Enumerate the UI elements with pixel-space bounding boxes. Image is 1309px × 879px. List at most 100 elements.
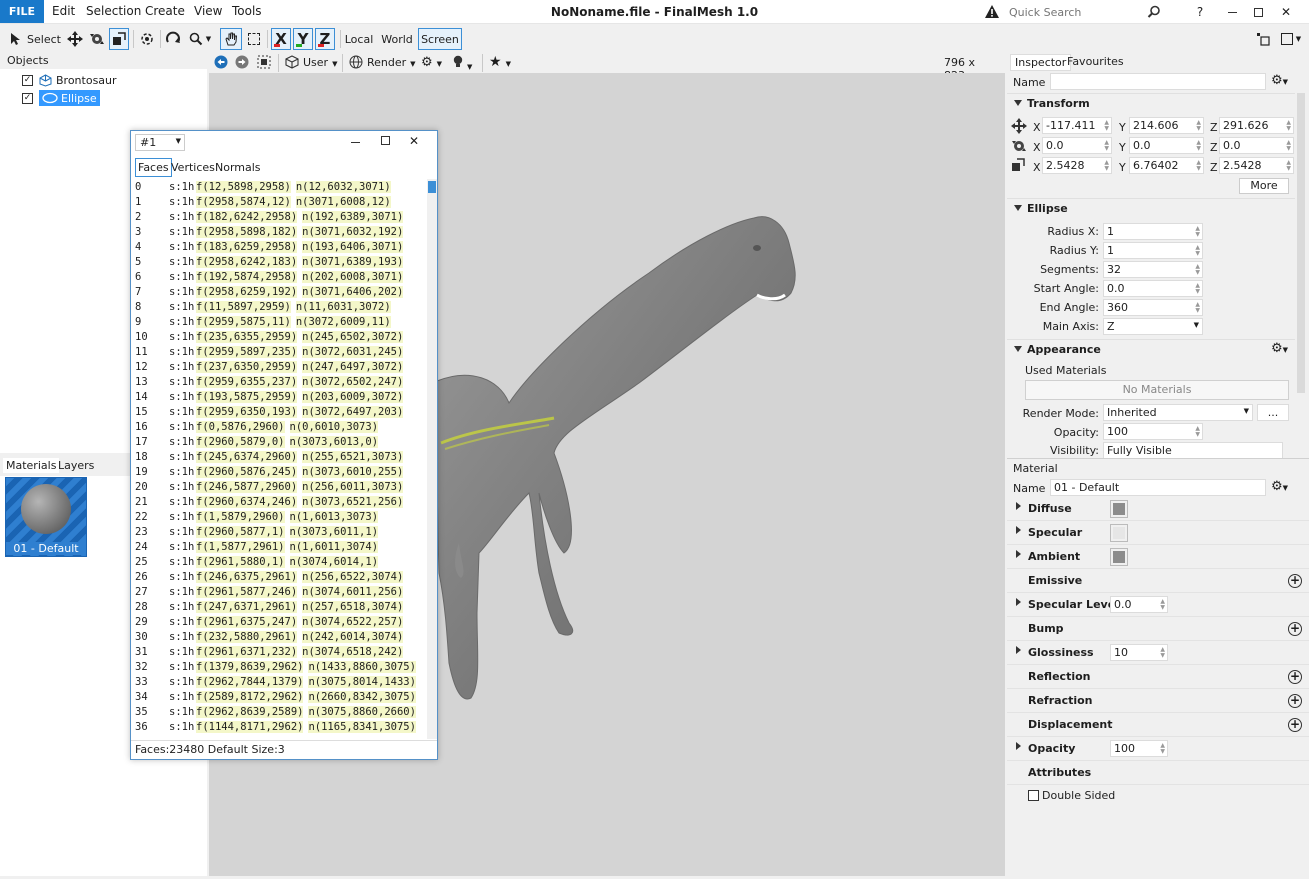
material-property-value[interactable]: 100 ▲ ▼ [1110, 740, 1168, 757]
render-dropdown[interactable]: Render ▼ [367, 56, 416, 69]
face-row[interactable]: 21 s:1h f(2960,6374,246) n(3073,6521,256) [133, 494, 427, 509]
object-options-button[interactable]: ⚙▼ [1271, 73, 1288, 88]
material-property-row[interactable]: Ambient [1007, 545, 1309, 569]
coord-local-button[interactable]: Local [344, 28, 374, 50]
face-row[interactable]: 8 s:1h f(11,5897,2959) n(11,6031,3072) [133, 299, 427, 314]
tab-faces[interactable]: Faces [135, 158, 172, 177]
light-dropdown[interactable]: ▼ [453, 55, 472, 72]
add-map-icon[interactable]: + [1288, 670, 1302, 684]
face-row[interactable]: 27 s:1h f(2961,5877,246) n(3074,6011,256) [133, 584, 427, 599]
rotation-x-field[interactable]: 0.0 ▲ ▼ [1042, 137, 1112, 154]
faces-list[interactable]: 0 s:1h f(12,5898,2958) n(12,6032,3071) 1 s:1h… [133, 179, 427, 739]
add-map-icon[interactable]: + [1288, 694, 1302, 708]
material-property-row[interactable]: Reflection + [1007, 665, 1309, 689]
face-row[interactable]: 12 s:1h f(237,6350,2959) n(247,6497,3072) [133, 359, 427, 374]
dialog-minimize-button[interactable] [351, 135, 360, 143]
add-map-icon[interactable]: + [1288, 574, 1302, 588]
face-row[interactable]: 6 s:1h f(192,5874,2958) n(202,6008,3071) [133, 269, 427, 284]
menu-edit[interactable]: Edit [52, 4, 75, 18]
color-swatch[interactable] [1110, 548, 1128, 566]
face-row[interactable]: 15 s:1h f(2959,6350,193) n(3072,6497,203) [133, 404, 427, 419]
scale-tool-button[interactable] [109, 28, 129, 50]
rotate-tool-button[interactable] [88, 28, 106, 50]
forward-arrow-icon[interactable] [235, 55, 249, 69]
visibility-checkbox[interactable]: ✓ [22, 74, 33, 86]
material-property-row[interactable]: Diffuse [1007, 497, 1309, 521]
ellipse-field-input[interactable]: 1 ▲ ▼ [1103, 223, 1203, 240]
ellipse-section-header[interactable]: Ellipse [1007, 198, 1295, 218]
material-property-row[interactable]: Emissive + [1007, 569, 1309, 593]
color-swatch[interactable] [1110, 500, 1128, 518]
menu-view[interactable]: View [194, 4, 222, 18]
tab-inspector[interactable]: Inspector [1010, 54, 1072, 71]
face-row[interactable]: 24 s:1h f(1,5877,2961) n(1,6011,3074) [133, 539, 427, 554]
warning-icon[interactable] [984, 4, 1000, 20]
double-sided-option[interactable]: Double Sided [1028, 789, 1115, 802]
dialog-restore-button[interactable] [381, 136, 390, 145]
face-row[interactable]: 35 s:1h f(2962,8639,2589) n(3075,8860,2660) [133, 704, 427, 719]
mesh-selector-dropdown[interactable]: #1 ▼ [135, 134, 185, 151]
face-row[interactable]: 2 s:1h f(182,6242,2958) n(192,6389,3071) [133, 209, 427, 224]
material-name-field[interactable]: 01 - Default [1050, 479, 1266, 496]
face-row[interactable]: 17 s:1h f(2960,5879,0) n(3073,6013,0) [133, 434, 427, 449]
coord-screen-button[interactable]: Screen [418, 28, 462, 50]
add-map-icon[interactable]: + [1288, 622, 1302, 636]
region-select-button[interactable] [245, 28, 263, 50]
favorites-dropdown[interactable]: ★ ▼ [489, 54, 511, 70]
face-row[interactable]: 1 s:1h f(2958,5874,12) n(3071,6008,12) [133, 194, 427, 209]
face-row[interactable]: 31 s:1h f(2961,6371,232) n(3074,6518,242) [133, 644, 427, 659]
axis-x-toggle[interactable]: X [271, 28, 291, 50]
material-property-row[interactable]: Attributes [1007, 761, 1309, 785]
menu-create[interactable]: Create [145, 4, 185, 18]
pan-button[interactable] [220, 28, 242, 50]
rotation-y-field[interactable]: 0.0 ▲ ▼ [1129, 137, 1204, 154]
maximize-button[interactable] [1248, 3, 1268, 21]
face-row[interactable]: 13 s:1h f(2959,6355,237) n(3072,6502,247) [133, 374, 427, 389]
camera-dropdown[interactable]: User ▼ [303, 56, 337, 69]
zoom-button[interactable]: ▼ [186, 28, 214, 50]
material-property-row[interactable]: Opacity 100 ▲ ▼ [1007, 737, 1309, 761]
orbit-button[interactable] [164, 28, 182, 50]
tab-normals[interactable]: Normals [215, 161, 261, 174]
position-z-field[interactable]: 291.626 ▲ ▼ [1219, 117, 1294, 134]
ellipse-field-input[interactable]: 1 ▲ ▼ [1103, 242, 1203, 259]
face-row[interactable]: 11 s:1h f(2959,5897,235) n(3072,6031,245) [133, 344, 427, 359]
layout-button[interactable] [1254, 28, 1272, 50]
face-row[interactable]: 25 s:1h f(2961,5880,1) n(3074,6014,1) [133, 554, 427, 569]
ellipse-field-input[interactable]: Z ▼ [1103, 318, 1203, 335]
face-row[interactable]: 28 s:1h f(247,6371,2961) n(257,6518,3074) [133, 599, 427, 614]
object-row-ellipse[interactable]: ✓ Ellipse [22, 90, 100, 106]
face-row[interactable]: 14 s:1h f(193,5875,2959) n(203,6009,3072) [133, 389, 427, 404]
transform-more-button[interactable]: More [1239, 178, 1289, 194]
face-row[interactable]: 5 s:1h f(2958,6242,183) n(3071,6389,193) [133, 254, 427, 269]
quick-search-input[interactable] [1006, 3, 1166, 22]
inspector-scrollbar[interactable] [1297, 93, 1305, 393]
menu-tools[interactable]: Tools [232, 4, 262, 18]
render-mode-more-button[interactable]: ... [1257, 404, 1289, 421]
face-row[interactable]: 9 s:1h f(2959,5875,11) n(3072,6009,11) [133, 314, 427, 329]
menu-selection[interactable]: Selection [86, 4, 141, 18]
scale-z-field[interactable]: 2.5428 ▲ ▼ [1219, 157, 1294, 174]
tab-materials[interactable]: Materials [3, 458, 60, 473]
close-button[interactable]: ✕ [1276, 3, 1296, 21]
dialog-close-button[interactable]: ✕ [409, 134, 419, 148]
help-button[interactable]: ? [1190, 3, 1210, 21]
scrollbar-thumb[interactable] [428, 181, 436, 193]
face-row[interactable]: 26 s:1h f(246,6375,2961) n(256,6522,3074) [133, 569, 427, 584]
select-tool-button[interactable]: Select [8, 28, 62, 50]
visibility-checkbox[interactable]: ✓ [22, 92, 33, 104]
axis-z-toggle[interactable]: Z [315, 28, 335, 50]
ellipse-field-input[interactable]: 32 ▲ ▼ [1103, 261, 1203, 278]
scale-y-field[interactable]: 6.76402 ▲ ▼ [1129, 157, 1204, 174]
faces-list-scrollbar[interactable] [427, 179, 437, 739]
material-options-button[interactable]: ⚙▼ [1271, 479, 1288, 494]
zoom-extents-icon[interactable] [257, 55, 271, 69]
face-row[interactable]: 22 s:1h f(1,5879,2960) n(1,6013,3073) [133, 509, 427, 524]
face-row[interactable]: 34 s:1h f(2589,8172,2962) n(2660,8342,3075) [133, 689, 427, 704]
transform-section-header[interactable]: Transform [1007, 93, 1295, 113]
face-row[interactable]: 16 s:1h f(0,5876,2960) n(0,6010,3073) [133, 419, 427, 434]
render-mode-select[interactable]: Inherited ▼ [1103, 404, 1253, 421]
pivot-tool-button[interactable] [138, 28, 156, 50]
position-x-field[interactable]: -117.411 ▲ ▼ [1042, 117, 1112, 134]
face-row[interactable]: 19 s:1h f(2960,5876,245) n(3073,6010,255) [133, 464, 427, 479]
